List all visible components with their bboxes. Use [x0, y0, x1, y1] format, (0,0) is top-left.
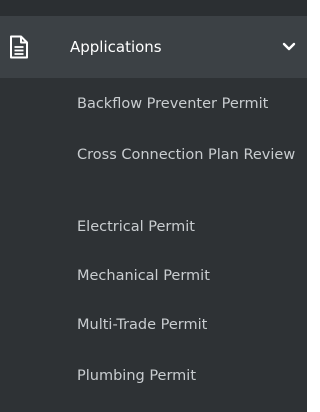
sidebar-top-strip [0, 0, 307, 16]
submenu-item-multi-trade-permit[interactable]: Multi-Trade Permit [77, 314, 302, 337]
applications-menu-header[interactable]: Applications [0, 16, 307, 78]
chevron-down-icon[interactable] [282, 41, 296, 53]
submenu-item-plumbing-permit[interactable]: Plumbing Permit [77, 365, 302, 388]
submenu-item-electrical-permit[interactable]: Electrical Permit [77, 216, 302, 239]
sidebar-nav: Applications Backflow Preventer Permit C… [0, 0, 307, 412]
document-icon [10, 35, 28, 59]
submenu-item-backflow-preventer-permit[interactable]: Backflow Preventer Permit [77, 93, 302, 116]
submenu-item-cross-connection-plan-review[interactable]: Cross Connection Plan Review [77, 144, 302, 167]
applications-menu-label: Applications [70, 38, 162, 56]
submenu-item-mechanical-permit[interactable]: Mechanical Permit [77, 265, 302, 288]
